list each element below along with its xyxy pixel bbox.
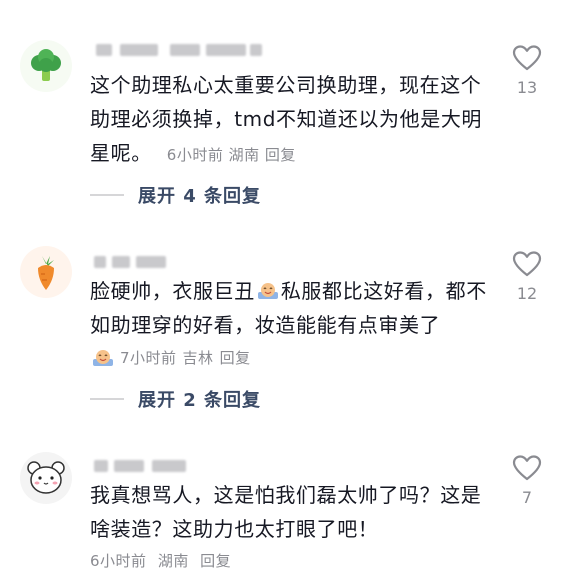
comment-region: 吉林 [182,348,214,367]
comment-text: 脸硬帅，衣服巨丑 私服都比这好看，都不如助理穿的好看，妆造能能有点审美了 [90,274,500,342]
comment-text: 我真想骂人，这是怕我们磊太帅了吗？这是啥装造？这助力也太打眼了吧！ [90,478,500,546]
carrot-icon [38,256,54,290]
reply-button[interactable]: 回复 [265,146,296,164]
expand-replies-button[interactable]: 展开 2 条回复 [90,386,261,412]
comment-meta: 6小时前 湖南 回复 [90,550,231,571]
comment-body: 我真想骂人，这是怕我们磊太帅了吗？这是啥装造？这助力也太打眼了吧！ [90,483,482,541]
like-count: 13 [516,78,538,97]
comment-meta: 6小时前 湖南 回复 [167,138,296,172]
comment-time: 6小时前 [166,146,224,164]
divider-line [90,194,124,196]
avatar-2[interactable] [20,246,72,298]
broccoli-icon [31,49,61,81]
username-blurred[interactable] [90,460,190,472]
heart-icon [512,251,542,277]
expand-replies-button[interactable]: 展开 4 条回复 [90,182,261,208]
comment-region: 湖南 [228,146,260,164]
laughing-emoji-icon [92,346,114,368]
comment-time: 6小时前 [90,552,147,570]
expand-label: 展开 2 条回复 [138,390,262,411]
laughing-emoji-icon [257,277,279,299]
comment-meta: 7小时前 吉林 回复 [90,346,251,368]
like-button[interactable]: 13 [507,44,547,97]
reply-button[interactable]: 回复 [220,347,251,368]
comment-region: 湖南 [157,552,189,570]
divider-line [90,398,124,400]
username-blurred[interactable] [90,256,170,268]
expand-label: 展开 4 条回复 [138,186,262,207]
heart-icon [512,455,542,481]
bear-icon [27,461,65,494]
reply-button[interactable]: 回复 [200,552,231,570]
avatar-3[interactable] [20,452,72,504]
heart-icon [512,45,542,71]
like-button[interactable]: 12 [507,250,547,303]
like-count: 7 [521,488,533,507]
comment-body-part1: 脸硬帅，衣服巨丑 [90,279,255,303]
like-count: 12 [516,284,538,303]
like-button[interactable]: 7 [507,454,547,507]
comment-text: 这个助理私心太重要公司换助理，现在这个助理必须换掉，tmd不知道还以为他是大明星… [90,68,500,172]
comment-time: 7小时前 [120,348,177,367]
username-blurred[interactable] [90,44,270,56]
avatar-1[interactable] [20,40,72,92]
